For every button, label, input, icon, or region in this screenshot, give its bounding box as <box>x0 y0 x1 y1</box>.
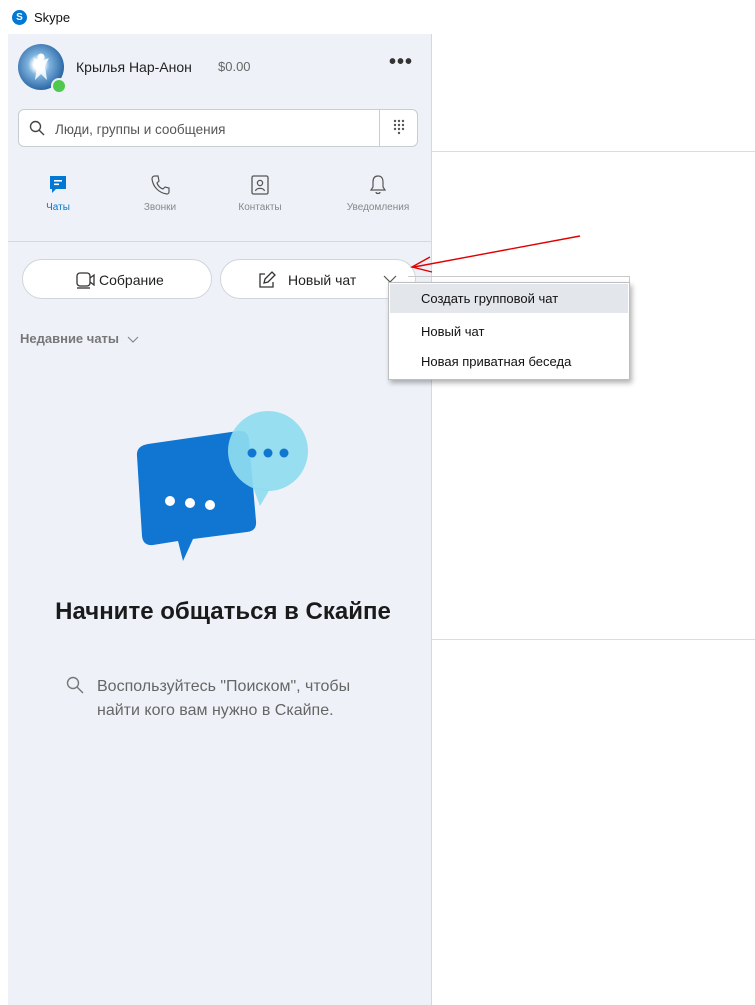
new-chat-dropdown-menu: Создать групповой чат Новый чат Новая пр… <box>388 282 630 380</box>
dialpad-icon[interactable] <box>385 115 413 141</box>
chevron-down-icon <box>127 336 139 343</box>
new-chat-label: Новый чат <box>288 272 357 288</box>
meeting-button[interactable]: Собрание <box>22 259 212 299</box>
empty-state-description: Воспользуйтесь "Поиском", чтобы найти ко… <box>97 678 351 719</box>
tab-contacts[interactable]: Контакты <box>220 164 300 234</box>
search-icon <box>66 676 84 694</box>
search-icon <box>29 120 45 136</box>
main-divider-bottom <box>432 639 755 640</box>
main-divider-top <box>432 151 755 152</box>
contacts-icon <box>251 175 269 195</box>
menu-item-create-group-chat[interactable]: Создать групповой чат <box>390 284 628 313</box>
more-options-button[interactable]: ••• <box>386 52 416 78</box>
video-call-icon <box>76 272 95 289</box>
profile-name[interactable]: Крылья Нар-Анон <box>76 59 192 75</box>
new-chat-button[interactable]: Новый чат <box>220 259 416 299</box>
chat-bubbles-illustration <box>136 411 308 561</box>
bell-icon <box>369 175 387 195</box>
tab-contacts-label: Контакты <box>238 202 282 213</box>
recent-chats-toggle[interactable]: Недавние чаты <box>20 331 139 346</box>
profile-balance[interactable]: $0.00 <box>218 59 251 74</box>
tab-notifications[interactable]: Уведомления <box>338 164 418 234</box>
meeting-label: Собрание <box>99 272 164 288</box>
avatar-figure-icon <box>33 53 49 80</box>
recent-chats-label: Недавние чаты <box>20 331 120 346</box>
skype-logo-icon: S <box>12 10 27 25</box>
phone-icon <box>151 175 170 195</box>
divider <box>8 241 431 242</box>
tab-chats-label: Чаты <box>46 202 70 213</box>
tab-calls-label: Звонки <box>143 202 177 213</box>
menu-item-new-private-conversation[interactable]: Новая приватная беседа <box>390 347 628 376</box>
popup-frame-edge <box>408 276 630 277</box>
nav-tabs: Чаты Звонки Контакты Уведомления <box>8 164 431 234</box>
search-input[interactable] <box>53 116 375 142</box>
compose-icon <box>259 271 276 288</box>
profile-header: Крылья Нар-Анон $0.00 ••• <box>18 44 418 94</box>
search-divider <box>379 110 380 146</box>
tab-calls[interactable]: Звонки <box>120 164 200 234</box>
search-box[interactable] <box>18 109 418 147</box>
tab-notifications-label: Уведомления <box>346 202 410 213</box>
title-bar: S Skype <box>0 0 755 34</box>
sidebar: Крылья Нар-Анон $0.00 ••• Чаты <box>8 34 432 1005</box>
chat-icon <box>50 176 66 193</box>
window-title: Skype <box>34 10 71 25</box>
empty-state-title: Начните общаться в Скайпе <box>55 598 391 625</box>
annotation-arrow-icon <box>410 235 581 273</box>
tab-chats[interactable]: Чаты <box>18 164 98 234</box>
presence-status-icon <box>51 78 67 94</box>
menu-item-new-chat[interactable]: Новый чат <box>390 317 628 346</box>
